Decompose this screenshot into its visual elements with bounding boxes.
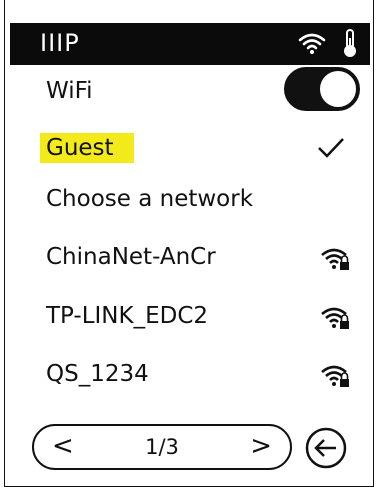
back-arrow-icon [305,427,347,469]
back-button[interactable] [304,426,348,470]
wifi-locked-icon [320,246,350,276]
connected-network-name: Guest [40,133,134,163]
pagination-control: < 1/3 > [32,424,292,470]
wifi-locked-icon [320,305,350,335]
checkmark-icon [316,136,346,164]
choose-network-label: Choose a network [46,186,254,212]
wifi-icon [298,31,326,59]
status-bar: IIIP [10,23,370,65]
thermometer-icon [342,28,358,62]
wifi-locked-icon [320,363,350,393]
wifi-toggle[interactable] [283,66,361,112]
app-name: IIIP [40,29,80,57]
next-page-button[interactable]: > [250,431,272,461]
